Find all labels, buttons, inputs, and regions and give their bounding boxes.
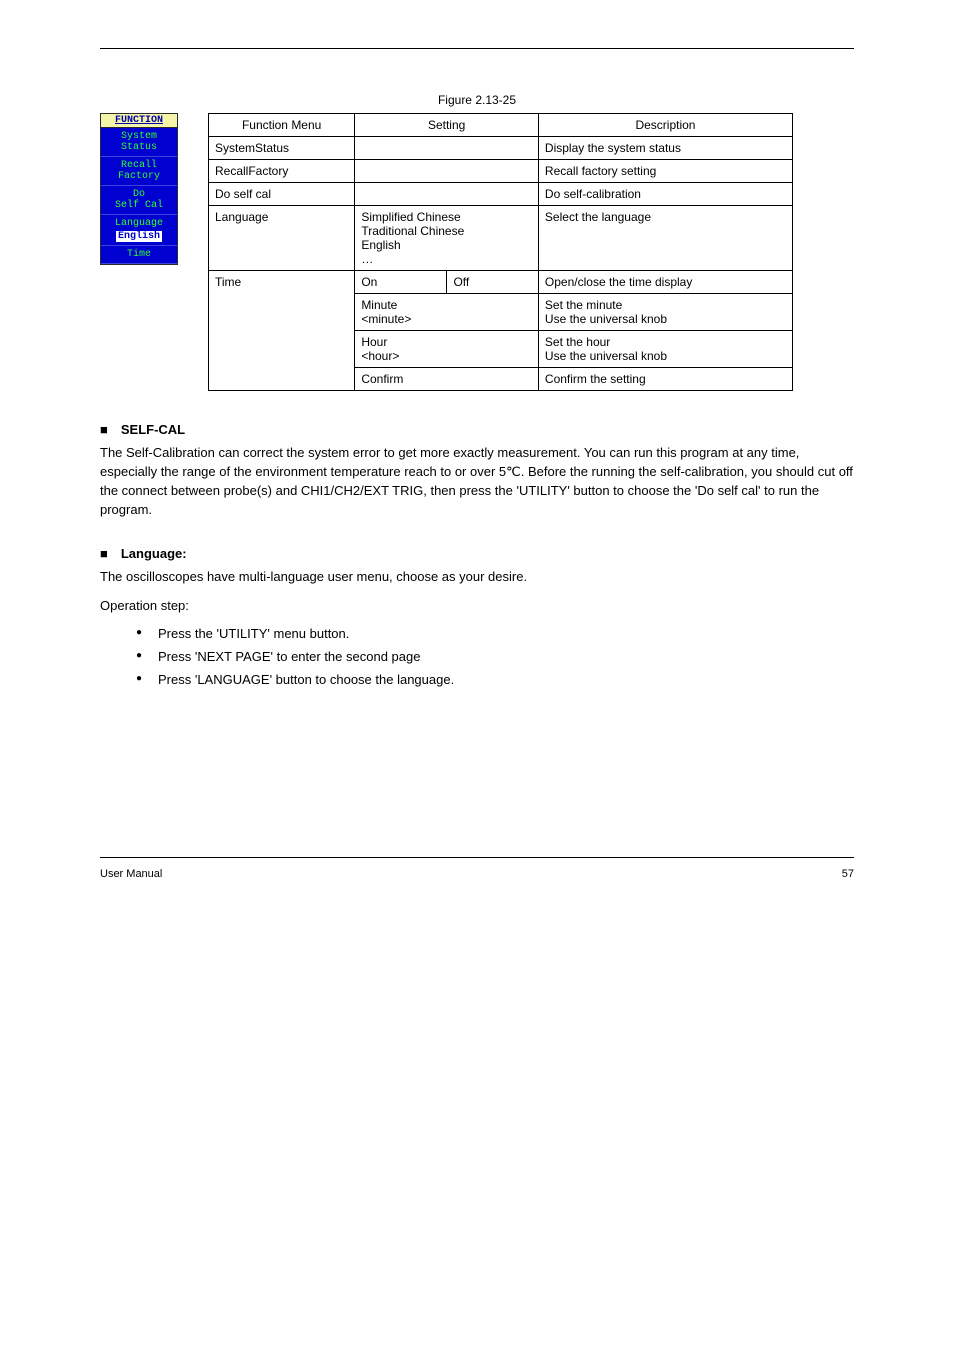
cell-desc: Set the hourUse the universal knob — [538, 331, 792, 368]
footer-left: User Manual — [100, 868, 162, 880]
cell-menu: SystemStatus — [209, 137, 355, 160]
menu-item-line: Status — [121, 142, 157, 153]
cell-desc: Set the minuteUse the universal knob — [538, 294, 792, 331]
cell-setting: On — [355, 271, 447, 294]
col-header: Setting — [355, 114, 539, 137]
menu-item-line: Factory — [118, 171, 160, 182]
cell-setting: Off — [447, 271, 538, 294]
page-footer: User Manual 57 — [100, 857, 854, 880]
menu-item-system-status[interactable]: System Status — [101, 128, 177, 157]
cell-desc: Select the language — [538, 206, 792, 271]
table-row: RecallFactory Recall factory setting — [209, 160, 793, 183]
menu-item-language[interactable]: Language English — [101, 215, 177, 246]
cell-setting: Hour <hour> — [355, 331, 539, 368]
menu-item-selected-value: English — [116, 231, 162, 242]
cell-desc: Confirm the setting — [538, 368, 792, 391]
language-steps-label: Operation step: — [100, 597, 854, 616]
list-item: Press the 'UTILITY' menu button. — [158, 626, 854, 641]
menu-item-line: Recall — [121, 160, 157, 171]
cell-setting: Minute <minute> — [355, 294, 539, 331]
menu-item-line: Language — [115, 218, 163, 229]
menu-item-recall-factory[interactable]: Recall Factory — [101, 157, 177, 186]
menu-item-line: System — [121, 131, 157, 142]
list-item: Press 'LANGUAGE' button to choose the la… — [158, 672, 854, 687]
function-menu-panel: FUNCTION System Status Recall Factory Do… — [100, 113, 178, 265]
section-heading-language: ■ Language: — [100, 543, 854, 562]
section-heading-selfcal: ■ SELF-CAL — [100, 419, 854, 438]
cell-setting: Confirm — [355, 368, 539, 391]
menu-item-time[interactable]: Time — [101, 246, 177, 264]
function-spec-table: Function Menu Setting Description System… — [208, 113, 793, 391]
cell-menu: Time — [209, 271, 355, 391]
col-header: Description — [538, 114, 792, 137]
menu-item-line: Time — [127, 249, 151, 260]
table-row: Language Simplified ChineseTraditional C… — [209, 206, 793, 271]
cell-menu: RecallFactory — [209, 160, 355, 183]
figure-label: Figure 2.13-25 — [100, 93, 854, 107]
cell-desc: Open/close the time display — [538, 271, 792, 294]
table-header-row: Function Menu Setting Description — [209, 114, 793, 137]
language-intro: The oscilloscopes have multi-language us… — [100, 568, 854, 587]
table-row: SystemStatus Display the system status — [209, 137, 793, 160]
menu-item-line: Self Cal — [115, 200, 163, 211]
selfcal-paragraph: The Self-Calibration can correct the sys… — [100, 444, 854, 519]
menu-item-line: Do — [133, 189, 145, 200]
cell-desc: Do self-calibration — [538, 183, 792, 206]
table-row: Do self cal Do self-calibration — [209, 183, 793, 206]
list-item: Press 'NEXT PAGE' to enter the second pa… — [158, 649, 854, 664]
cell-desc: Display the system status — [538, 137, 792, 160]
cell-setting — [355, 183, 539, 206]
cell-menu: Do self cal — [209, 183, 355, 206]
menu-item-do-self-cal[interactable]: Do Self Cal — [101, 186, 177, 215]
language-steps: Press the 'UTILITY' menu button. Press '… — [100, 626, 854, 687]
footer-page-number: 57 — [842, 868, 854, 880]
cell-desc: Recall factory setting — [538, 160, 792, 183]
function-menu-title: FUNCTION — [101, 114, 177, 128]
table-row: Time On Off Open/close the time display — [209, 271, 793, 294]
col-header: Function Menu — [209, 114, 355, 137]
top-rule — [100, 48, 854, 49]
cell-setting: Simplified ChineseTraditional ChineseEng… — [355, 206, 539, 271]
cell-setting — [355, 137, 539, 160]
cell-menu: Language — [209, 206, 355, 271]
cell-setting — [355, 160, 539, 183]
